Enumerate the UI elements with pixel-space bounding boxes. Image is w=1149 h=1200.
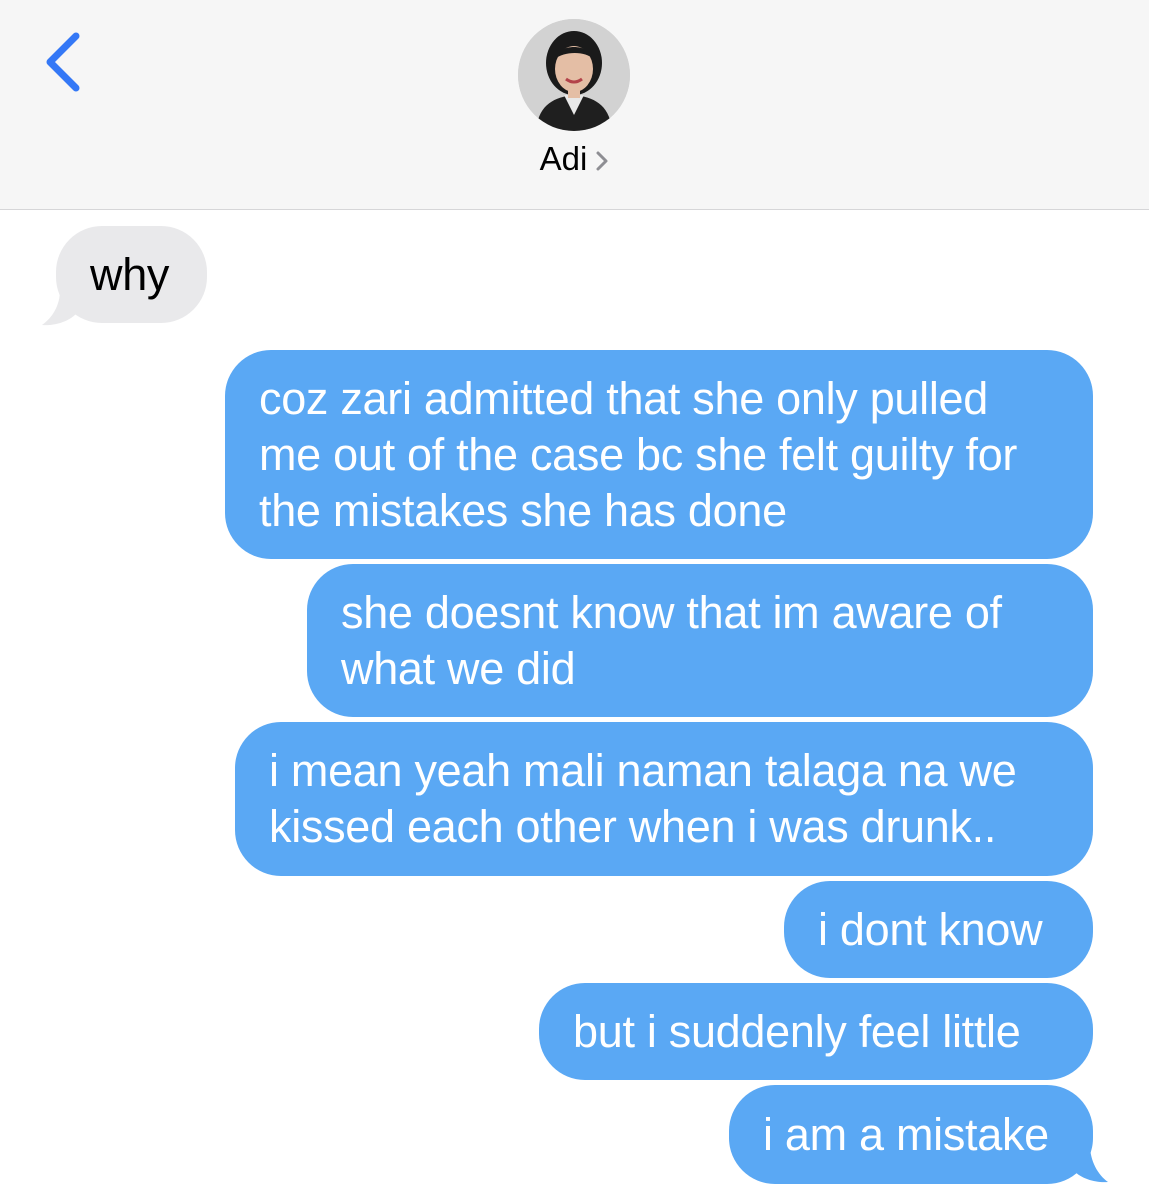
message-text: i mean yeah mali naman talaga na we kiss…: [269, 745, 1017, 852]
chevron-left-icon: [46, 32, 80, 92]
conversation-header: Adi: [0, 0, 1149, 210]
message-text: coz zari admitted that she only pulled m…: [259, 372, 1018, 536]
message-bubble-sent[interactable]: i dont know: [784, 881, 1093, 978]
message-bubble-received[interactable]: why: [56, 226, 207, 323]
contact-photo: [518, 19, 630, 131]
message-bubble-sent[interactable]: she doesnt know that im aware of what we…: [307, 564, 1093, 717]
message-text: i dont know: [818, 903, 1043, 955]
message-bubble-sent[interactable]: coz zari admitted that she only pulled m…: [225, 350, 1093, 559]
message-bubble-sent[interactable]: but i suddenly feel little: [539, 983, 1093, 1080]
message-text: why: [90, 248, 170, 300]
message-bubble-sent[interactable]: i am a mistake: [729, 1085, 1093, 1184]
avatar[interactable]: [518, 19, 630, 131]
contact-name-button[interactable]: Adi: [0, 140, 1149, 180]
message-text: i am a mistake: [763, 1108, 1049, 1160]
message-text: but i suddenly feel little: [573, 1005, 1021, 1057]
message-bubble-sent[interactable]: i mean yeah mali naman talaga na we kiss…: [235, 722, 1093, 876]
contact-name: Adi: [539, 140, 588, 177]
back-button[interactable]: [40, 28, 90, 98]
message-text: she doesnt know that im aware of what we…: [341, 586, 1002, 694]
chevron-right-icon: [595, 142, 609, 180]
